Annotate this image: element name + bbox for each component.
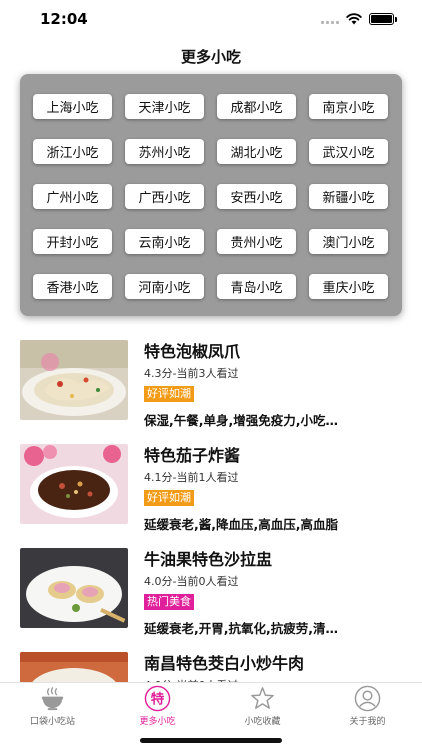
te-character-icon: 特	[144, 685, 171, 712]
region-button[interactable]: 香港小吃	[33, 274, 112, 299]
tab-more-snacks[interactable]: 特 更多小吃	[105, 685, 210, 729]
food-thumbnail	[20, 548, 128, 628]
region-button[interactable]: 澳门小吃	[309, 229, 388, 254]
star-icon	[251, 687, 274, 709]
food-thumbnail	[20, 340, 128, 420]
tab-favorites[interactable]: 小吃收藏	[210, 685, 315, 729]
region-button[interactable]: 武汉小吃	[309, 139, 388, 164]
food-tags: 保湿,午餐,单身,增强免疫力,小吃…	[144, 413, 338, 428]
region-button[interactable]: 湖北小吃	[217, 139, 296, 164]
food-list-item[interactable]: 牛油果特色沙拉盅 4.0分-当前0人看过 热门美食 延缓衰老,开胃,抗氧化,抗疲…	[0, 548, 422, 652]
food-rating-views: 4.0分-当前0人看过	[144, 575, 239, 588]
food-title: 特色茄子炸酱	[144, 446, 241, 465]
region-button[interactable]: 新疆小吃	[309, 184, 388, 209]
status-icons	[321, 13, 397, 25]
food-badge: 好评如潮	[144, 386, 194, 402]
region-panel: 上海小吃 天津小吃 成都小吃 南京小吃 浙江小吃 苏州小吃 湖北小吃 武汉小吃 …	[20, 74, 402, 316]
status-bar: 12:04	[0, 0, 422, 40]
region-button[interactable]: 成都小吃	[217, 94, 296, 119]
region-button[interactable]: 安西小吃	[217, 184, 296, 209]
tab-label: 更多小吃	[139, 717, 176, 727]
region-button[interactable]: 河南小吃	[125, 274, 204, 299]
food-list-item[interactable]: 特色茄子炸酱 4.1分-当前1人看过 好评如潮 延缓衰老,酱,降血压,高血压,高…	[0, 444, 422, 548]
region-button[interactable]: 广西小吃	[125, 184, 204, 209]
region-button[interactable]: 苏州小吃	[125, 139, 204, 164]
food-rating-views: 4.1分-当前1人看过	[144, 471, 239, 484]
home-indicator	[140, 738, 282, 743]
food-title: 南昌特色茭白小炒牛肉	[144, 654, 305, 673]
region-button[interactable]: 青岛小吃	[217, 274, 296, 299]
food-title: 牛油果特色沙拉盅	[144, 550, 273, 569]
food-thumbnail	[20, 444, 128, 524]
page-title: 更多小吃	[180, 48, 241, 66]
battery-icon	[369, 13, 397, 25]
tab-snack-station[interactable]: 口袋小吃站	[0, 685, 105, 729]
wifi-icon	[346, 13, 362, 25]
food-list-item[interactable]: 特色泡椒凤爪 4.3分-当前3人看过 好评如潮 保湿,午餐,单身,增强免疫力,小…	[0, 340, 422, 444]
region-button[interactable]: 重庆小吃	[309, 274, 388, 299]
region-button[interactable]: 上海小吃	[33, 94, 112, 119]
food-rating-views: 4.3分-当前3人看过	[144, 367, 239, 380]
region-grid: 上海小吃 天津小吃 成都小吃 南京小吃 浙江小吃 苏州小吃 湖北小吃 武汉小吃 …	[33, 94, 388, 299]
bowl-icon	[41, 687, 64, 711]
te-character-glyph: 特	[151, 690, 165, 707]
tab-label: 小吃收藏	[244, 717, 281, 727]
status-time: 12:04	[40, 10, 88, 28]
region-button[interactable]: 贵州小吃	[217, 229, 296, 254]
food-badge: 好评如潮	[144, 490, 194, 506]
region-button[interactable]: 云南小吃	[125, 229, 204, 254]
region-button[interactable]: 浙江小吃	[33, 139, 112, 164]
food-badge: 热门美食	[144, 594, 194, 610]
region-button[interactable]: 南京小吃	[309, 94, 388, 119]
tab-about-me[interactable]: 关于我的	[315, 685, 420, 729]
cellular-signal-icon	[321, 14, 339, 24]
tab-label: 口袋小吃站	[29, 717, 75, 727]
user-icon	[354, 685, 381, 712]
region-button[interactable]: 开封小吃	[33, 229, 112, 254]
food-title: 特色泡椒凤爪	[144, 342, 241, 361]
food-tags: 延缓衰老,开胃,抗氧化,抗疲劳,清…	[144, 621, 338, 636]
region-button[interactable]: 广州小吃	[33, 184, 112, 209]
region-button[interactable]: 天津小吃	[125, 94, 204, 119]
tab-label: 关于我的	[349, 717, 386, 727]
food-tags: 延缓衰老,酱,降血压,高血压,高血脂	[144, 517, 338, 532]
